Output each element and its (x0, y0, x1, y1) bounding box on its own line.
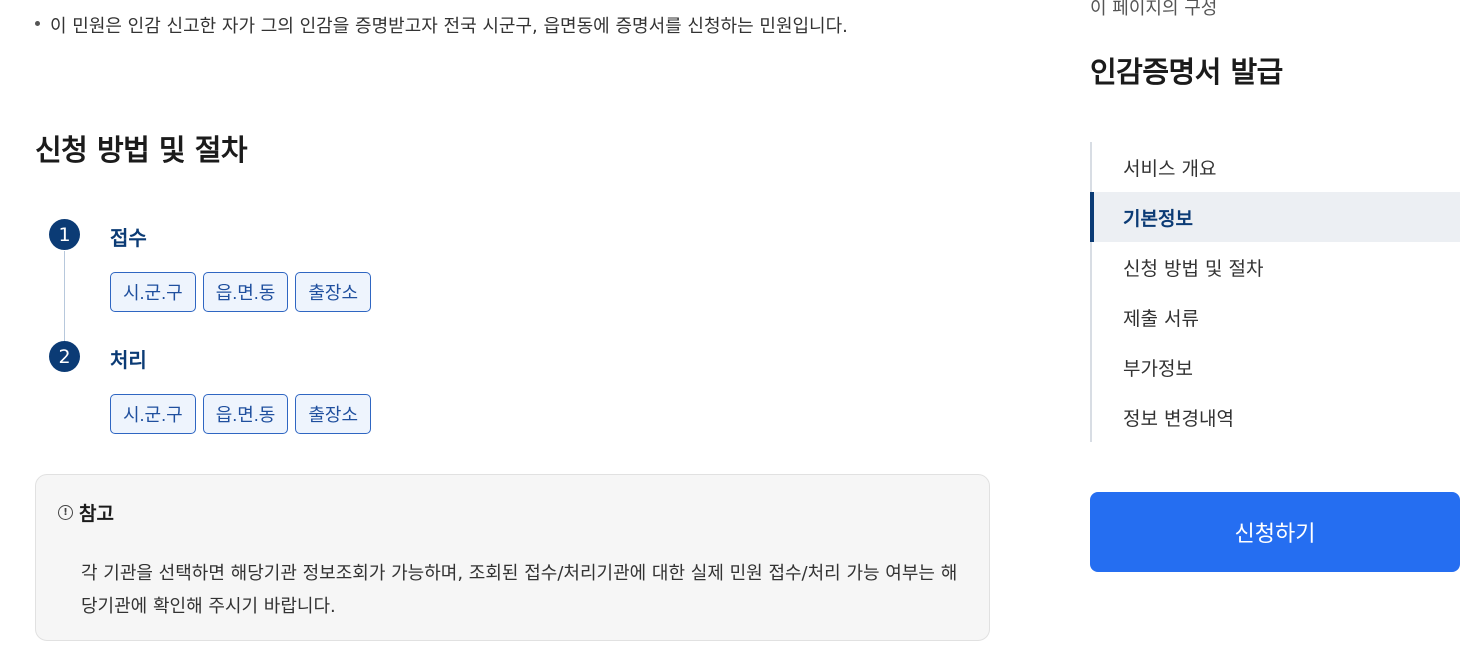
section-title: 신청 방법 및 절차 (35, 133, 248, 167)
step-2: 2 처리 시.군.구 읍.면.동 출장소 (49, 341, 949, 463)
aside-title: 인감증명서 발급 (1090, 55, 1283, 89)
step-number-badge: 2 (49, 341, 80, 372)
agency-chip-sigungu[interactable]: 시.군.구 (110, 394, 196, 434)
agency-chip-branch-office[interactable]: 출장소 (295, 272, 372, 312)
note-box: ! 참고 각 기관을 선택하면 해당기관 정보조회가 가능하며, 조회된 접수/… (35, 474, 990, 641)
apply-button[interactable]: 신청하기 (1090, 492, 1460, 572)
page-toc: 서비스 개요 기본정보 신청 방법 및 절차 제출 서류 부가정보 정보 변경내… (1090, 142, 1460, 442)
intro-text: 이 민원은 인감 신고한 자가 그의 인감을 증명받고자 전국 시군구, 읍면동… (50, 16, 848, 37)
note-body: 각 기관을 선택하면 해당기관 정보조회가 가능하며, 조회된 접수/처리기관에… (81, 563, 958, 617)
note-title: 참고 (79, 503, 114, 525)
agency-chip-group: 시.군.구 읍.면.동 출장소 (110, 272, 372, 312)
intro-text-row: 이 민원은 인감 신고한 자가 그의 인감을 증명받고자 전국 시군구, 읍면동… (35, 12, 848, 38)
note-header: ! 참고 (58, 499, 114, 526)
bullet-icon (35, 20, 40, 26)
toc-item-change-history[interactable]: 정보 변경내역 (1092, 392, 1460, 442)
toc-item-procedure[interactable]: 신청 방법 및 절차 (1092, 242, 1460, 292)
step-title: 접수 (110, 226, 147, 250)
step-1: 1 접수 시.군.구 읍.면.동 출장소 (49, 219, 949, 341)
procedure-steps: 1 접수 시.군.구 읍.면.동 출장소 2 처리 시.군.구 읍.면.동 출장… (49, 219, 949, 463)
agency-chip-group: 시.군.구 읍.면.동 출장소 (110, 394, 372, 434)
step-number-badge: 1 (49, 219, 80, 250)
agency-chip-eupmyeondong[interactable]: 읍.면.동 (202, 272, 289, 312)
agency-chip-eupmyeondong[interactable]: 읍.면.동 (202, 394, 289, 434)
agency-chip-sigungu[interactable]: 시.군.구 (110, 272, 196, 312)
toc-item-additional-info[interactable]: 부가정보 (1092, 342, 1460, 392)
step-title: 처리 (110, 348, 147, 372)
exclamation-circle-icon: ! (58, 505, 73, 520)
agency-chip-branch-office[interactable]: 출장소 (295, 394, 372, 434)
toc-item-service-overview[interactable]: 서비스 개요 (1092, 142, 1460, 192)
aside-subtitle: 이 페이지의 구성 (1090, 0, 1218, 19)
toc-item-basic-info[interactable]: 기본정보 (1090, 192, 1460, 242)
toc-item-documents[interactable]: 제출 서류 (1092, 292, 1460, 342)
